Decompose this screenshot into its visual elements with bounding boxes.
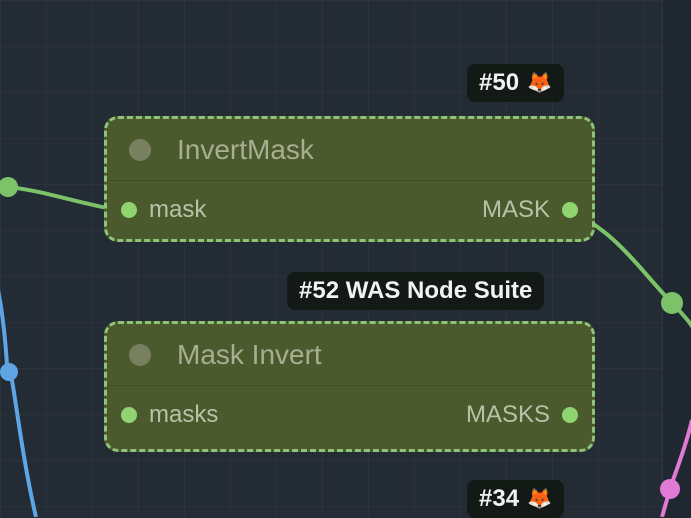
masks-input-slot[interactable]: masks [121,401,218,429]
node-id-label: #34 [479,485,520,512]
node-title: InvertMask [177,133,314,165]
node-id-label: #52 WAS Node Suite [299,277,533,304]
node-title: Mask Invert [177,338,322,370]
pink-wire[interactable] [660,419,691,517]
output-pin[interactable] [562,407,578,423]
image-wire[interactable] [0,289,38,517]
mask-output-slot[interactable]: MASK [482,196,578,224]
invert-mask-node[interactable]: InvertMask mask MASK [104,116,595,242]
node-id-badge: #50 🦊 [467,64,564,102]
input-label: mask [149,196,207,223]
node-id-badge: #52 WAS Node Suite [287,272,545,310]
node-title-bar[interactable]: Mask Invert [107,324,592,386]
wire-reroute-dot[interactable] [660,479,680,499]
input-label: masks [149,401,219,428]
wire-reroute-dot[interactable] [661,292,683,314]
output-label: MASKS [465,401,550,428]
mask-invert-node[interactable]: Mask Invert masks MASKS [104,321,595,452]
wire-reroute-dot[interactable] [0,363,18,381]
node-title-bar[interactable]: InvertMask [107,119,592,181]
node-id-label: #50 [479,69,520,96]
fox-icon: 🦊 [527,488,552,510]
mask-input-slot[interactable]: mask [121,196,206,224]
node-id-badge: #34 🦊 [467,480,564,518]
input-pin[interactable] [121,407,137,423]
output-pin[interactable] [562,202,578,218]
output-label: MASK [481,196,550,223]
node-slot-row: mask MASK [107,181,592,239]
wire-reroute-dot[interactable] [0,177,18,197]
node-slot-row: masks MASKS [107,386,592,444]
collapse-toggle-dot[interactable] [129,138,151,161]
fox-icon: 🦊 [527,72,552,94]
masks-output-slot[interactable]: MASKS [466,401,578,429]
collapse-toggle-dot[interactable] [129,343,151,366]
input-pin[interactable] [121,202,137,218]
